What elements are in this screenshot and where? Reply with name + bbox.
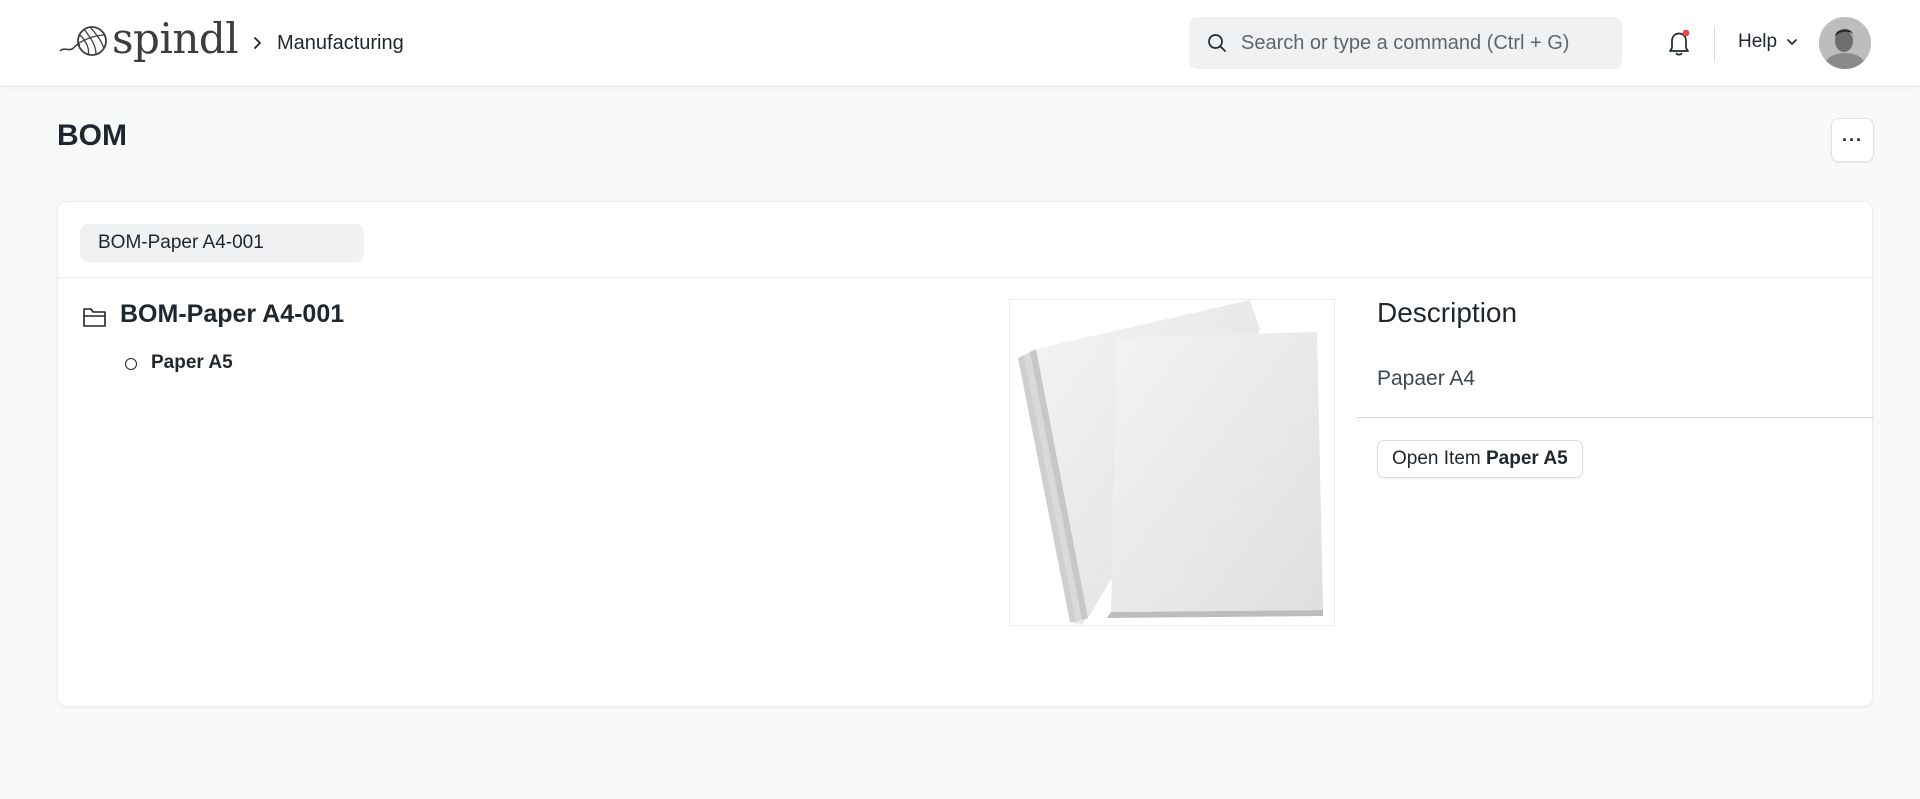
- navbar-divider: [1714, 26, 1715, 62]
- breadcrumb-manufacturing[interactable]: Manufacturing: [277, 32, 404, 55]
- avatar[interactable]: [1819, 17, 1871, 69]
- card-divider: [58, 277, 1874, 278]
- search-bar[interactable]: [1189, 17, 1622, 69]
- brand-name: spindl: [112, 14, 239, 63]
- description-text: Papaer A4: [1377, 367, 1476, 390]
- paper-stack-image: [1010, 300, 1334, 625]
- open-item-name: Paper A5: [1486, 448, 1568, 469]
- description-heading: Description: [1377, 297, 1518, 328]
- page-title: BOM: [57, 119, 127, 152]
- bom-explorer-card: BOM-Paper A4-001 BOM-Paper A4-001 Paper …: [57, 201, 1874, 707]
- open-item-prefix: Open Item: [1392, 448, 1486, 469]
- bom-select-field[interactable]: BOM-Paper A4-001: [80, 224, 364, 262]
- bell-icon[interactable]: [1665, 28, 1693, 58]
- search-input[interactable]: [1241, 17, 1611, 69]
- circle-icon: [125, 358, 137, 370]
- yarn-ball-icon: [59, 26, 107, 56]
- chevron-down-icon: [1787, 39, 1797, 45]
- navbar: spindl Manufacturing Help: [0, 0, 1920, 87]
- more-options-button[interactable]: ···: [1831, 118, 1874, 162]
- folder-icon: [83, 308, 106, 327]
- tree-root-node[interactable]: BOM-Paper A4-001: [120, 300, 344, 329]
- description-divider: [1356, 417, 1874, 418]
- chevron-right-icon: [254, 37, 261, 49]
- user-avatar-image: [1819, 17, 1871, 69]
- open-item-button[interactable]: Open Item Paper A5: [1377, 440, 1583, 478]
- help-label: Help: [1738, 31, 1778, 52]
- app-logo[interactable]: spindl: [58, 14, 239, 64]
- tree-node-paper-a5[interactable]: Paper A5: [151, 352, 233, 374]
- item-image: [1009, 299, 1335, 626]
- search-icon: [1208, 34, 1226, 52]
- help-dropdown[interactable]: Help: [1738, 31, 1799, 53]
